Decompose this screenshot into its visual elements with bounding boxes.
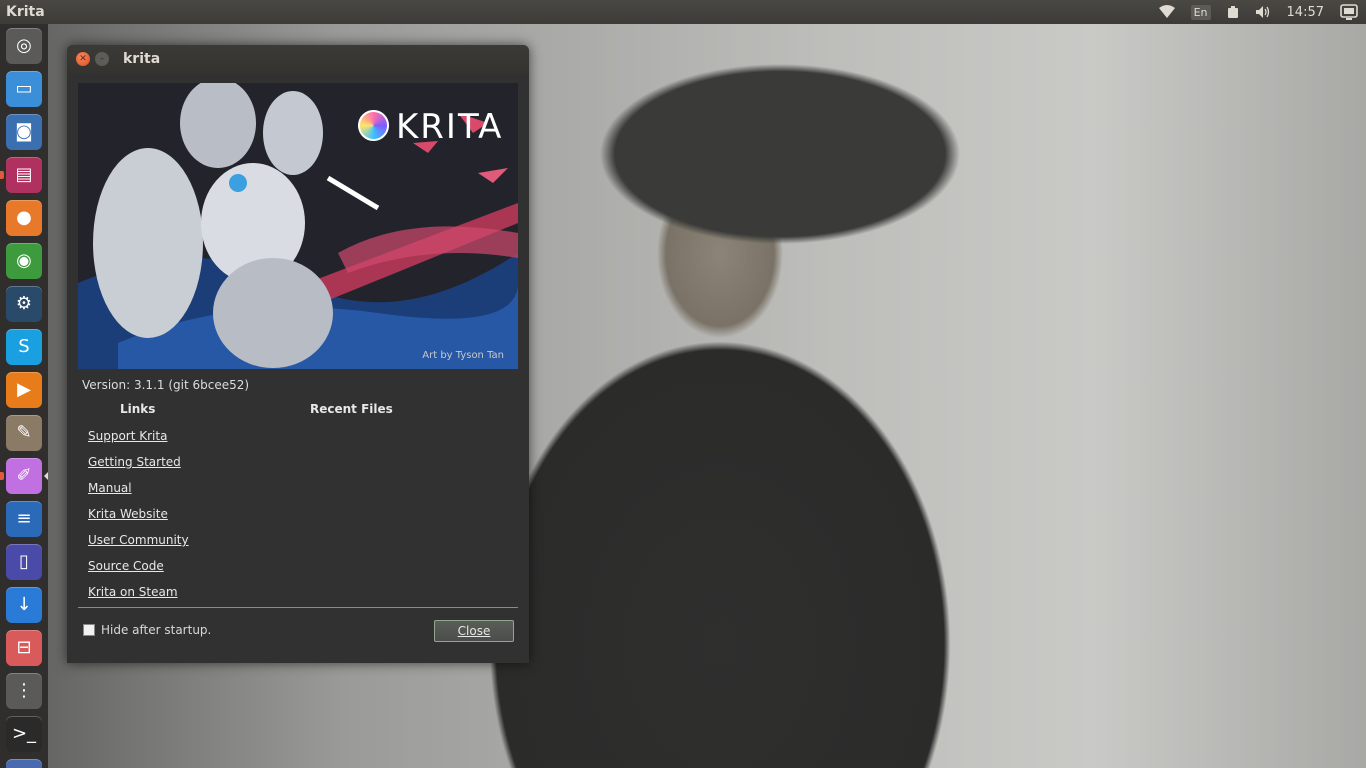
link-user-community[interactable]: User Community xyxy=(88,533,189,559)
window-titlebar[interactable]: ✕ – krita xyxy=(67,45,529,73)
terminal-icon[interactable]: >_ xyxy=(6,716,42,752)
krita-icon-glyph: ✐ xyxy=(16,465,32,486)
files-window-icon[interactable]: ▭ xyxy=(6,71,42,107)
hide-after-startup-checkbox[interactable] xyxy=(83,624,95,636)
chrome-icon[interactable]: ◉ xyxy=(6,243,42,279)
ubuntu-dash-icon[interactable]: ◎ xyxy=(6,28,42,64)
hide-after-startup-label[interactable]: Hide after startup. xyxy=(101,623,211,637)
firefox-icon-glyph: ● xyxy=(16,207,32,228)
download-icon[interactable]: ↓ xyxy=(6,587,42,623)
link-source-code[interactable]: Source Code xyxy=(88,559,189,585)
link-krita-website[interactable]: Krita Website xyxy=(88,507,189,533)
skype-icon[interactable]: S xyxy=(6,329,42,365)
art-credit: Art by Tyson Tan xyxy=(422,350,504,361)
links-header: Links xyxy=(120,402,156,416)
krita-logo-icon xyxy=(358,110,389,141)
close-button[interactable]: Close xyxy=(434,620,514,642)
mixer-icon[interactable]: ⋮ xyxy=(6,673,42,709)
download-icon-glyph: ↓ xyxy=(16,594,32,615)
link-support-krita[interactable]: Support Krita xyxy=(88,429,189,455)
clock[interactable]: 14:57 xyxy=(1287,5,1324,20)
focused-indicator xyxy=(44,472,48,480)
document-viewer-icon[interactable]: ▯ xyxy=(6,544,42,580)
text-editor-icon[interactable]: ≡ xyxy=(6,501,42,537)
vlc-icon-glyph: ▶ xyxy=(17,379,31,400)
ubuntu-dash-icon-glyph: ◎ xyxy=(16,35,32,56)
gimp-icon-glyph: ✎ xyxy=(16,422,32,443)
link-getting-started[interactable]: Getting Started xyxy=(88,455,189,481)
keyboard-layout-indicator[interactable]: En xyxy=(1190,4,1211,20)
text-editor-icon-glyph: ≡ xyxy=(16,508,32,529)
vlc-icon[interactable]: ▶ xyxy=(6,372,42,408)
steam-icon[interactable]: ⚙ xyxy=(6,286,42,322)
settings-toggle-icon[interactable]: ⊟ xyxy=(6,630,42,666)
mixer-icon-glyph: ⋮ xyxy=(15,680,33,701)
session-icon[interactable] xyxy=(1340,4,1358,20)
gimp-icon[interactable]: ✎ xyxy=(6,415,42,451)
divider xyxy=(78,607,518,608)
krita-welcome-window: ✕ – krita KRITA Art by Tyson Tan Version… xyxy=(67,45,529,663)
running-indicator xyxy=(0,472,4,480)
screenshot-icon[interactable]: ◙ xyxy=(6,114,42,150)
links-list: Support Krita Getting Started Manual Kri… xyxy=(88,429,189,611)
chrome-icon-glyph: ◉ xyxy=(16,250,32,271)
recent-files-header: Recent Files xyxy=(310,402,393,416)
version-label: Version: 3.1.1 (git 6bcee52) xyxy=(82,378,250,392)
volume-icon[interactable] xyxy=(1255,5,1271,19)
terminal-icon-glyph: >_ xyxy=(11,723,37,744)
active-app-title: Krita xyxy=(6,4,45,20)
system-tray: En 14:57 xyxy=(1151,0,1366,24)
window-close-button[interactable]: ✕ xyxy=(76,52,90,66)
splash-brand: KRITA xyxy=(396,107,504,147)
document-viewer-icon-glyph: ▯ xyxy=(19,551,29,572)
krita-icon[interactable]: ✐ xyxy=(6,458,42,494)
trash-icon[interactable]: ♻ xyxy=(6,759,42,768)
screenshot-icon-glyph: ◙ xyxy=(15,121,33,142)
launcher: ◎ ▭ ◙ ▤ ● ◉ ⚙ S ▶ ✎ ✐ ≡ ▯ ↓ ⊟ ⋮ >_ ♻ xyxy=(0,24,48,768)
folder-icon[interactable]: ▤ xyxy=(6,157,42,193)
steam-icon-glyph: ⚙ xyxy=(15,293,33,314)
running-indicator xyxy=(0,171,4,179)
link-manual[interactable]: Manual xyxy=(88,481,189,507)
firefox-icon[interactable]: ● xyxy=(6,200,42,236)
folder-icon-glyph: ▤ xyxy=(15,164,33,185)
files-window-icon-glyph: ▭ xyxy=(15,78,33,99)
window-minimize-button[interactable]: – xyxy=(95,52,109,66)
window-title: krita xyxy=(123,51,161,67)
hide-after-startup-row: Hide after startup. xyxy=(83,623,211,637)
wifi-icon[interactable] xyxy=(1158,5,1175,19)
battery-icon[interactable] xyxy=(1227,5,1239,19)
settings-toggle-icon-glyph: ⊟ xyxy=(16,637,32,658)
splash-image: KRITA Art by Tyson Tan xyxy=(78,83,518,369)
skype-icon-glyph: S xyxy=(18,336,30,357)
top-panel: Krita En 14:57 xyxy=(0,0,1366,24)
